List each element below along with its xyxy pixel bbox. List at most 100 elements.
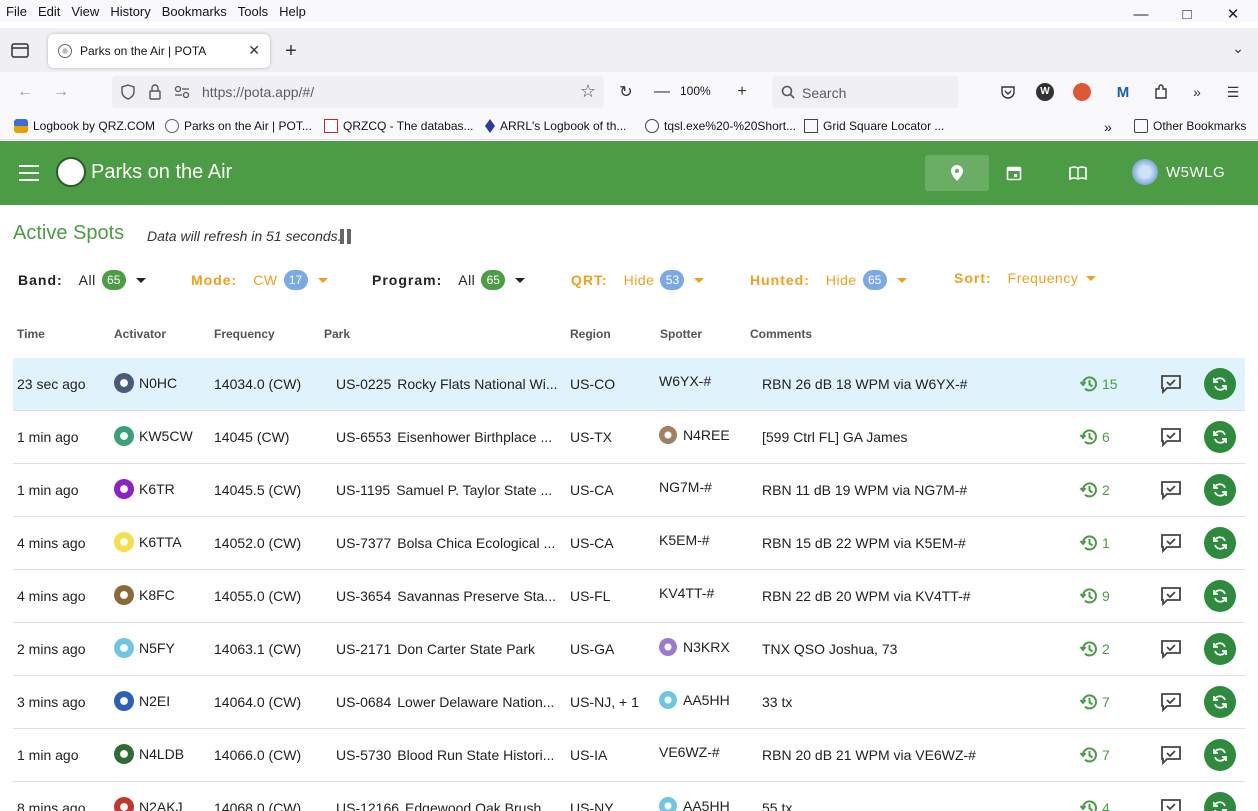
lock-icon[interactable] — [148, 84, 162, 100]
bookmark-grid-square[interactable]: Grid Square Locator ... — [804, 119, 944, 133]
spotter-callsign[interactable]: VE6WZ-# — [659, 744, 720, 760]
comments-button[interactable] — [1160, 798, 1182, 811]
comments-button[interactable] — [1160, 639, 1182, 662]
park-reference[interactable]: US-3654 — [336, 588, 391, 604]
shield-icon[interactable] — [120, 84, 136, 100]
zoom-out-button[interactable]: — — [650, 80, 674, 104]
park-reference[interactable]: US-7377 — [336, 535, 391, 551]
spotter-callsign[interactable]: W6YX-# — [659, 373, 711, 389]
activator-cell[interactable]: N2AKJ — [114, 797, 183, 811]
activator-cell[interactable]: N4LDB — [114, 744, 184, 764]
activator-cell[interactable]: K8FC — [114, 585, 175, 605]
spot-frequency[interactable]: 14066.0 (CW) — [214, 747, 301, 763]
permissions-icon[interactable] — [174, 85, 190, 99]
sort-filter[interactable]: Sort: Frequency — [954, 270, 1097, 286]
respot-button[interactable] — [1204, 686, 1236, 718]
tab-close-icon[interactable]: ✕ — [248, 42, 260, 59]
spot-frequency[interactable]: 14034.0 (CW) — [214, 376, 301, 392]
table-row[interactable]: 4 mins ago K6TTA 14052.0 (CW) US-7377 Bol… — [13, 517, 1245, 570]
spot-frequency[interactable]: 14045 (CW) — [214, 429, 289, 445]
spotter-cell[interactable]: K5EM-# — [659, 532, 710, 548]
activator-cell[interactable]: K6TR — [114, 479, 175, 499]
tab-pota[interactable]: Parks on the Air | POTA ✕ — [48, 34, 270, 68]
activator-cell[interactable]: K6TTA — [114, 532, 182, 552]
spotter-cell[interactable]: NG7M-# — [659, 479, 712, 495]
activator-callsign[interactable]: K6TTA — [139, 534, 182, 550]
column-header-frequency[interactable]: Frequency — [214, 327, 275, 341]
activator-cell[interactable]: KW5CW — [114, 426, 193, 446]
park-reference[interactable]: US-1195 — [336, 482, 390, 498]
spotter-cell[interactable]: AA5HH — [659, 797, 730, 811]
spot-history-button[interactable]: 2 — [1079, 639, 1110, 659]
spot-history-button[interactable]: 7 — [1079, 692, 1110, 712]
spot-frequency[interactable]: 14045.5 (CW) — [214, 482, 301, 498]
park-reference[interactable]: US-2171 — [336, 641, 391, 657]
window-close-button[interactable]: ✕ — [1210, 0, 1256, 28]
comments-button[interactable] — [1160, 427, 1182, 450]
table-row[interactable]: 1 min ago KW5CW 14045 (CW) US-6553 Eisenh… — [13, 411, 1245, 464]
respot-button[interactable] — [1204, 580, 1236, 612]
menu-edit[interactable]: Edit — [34, 4, 64, 19]
menu-help[interactable]: Help — [275, 4, 310, 19]
back-button[interactable]: ← — [13, 80, 37, 104]
park-cell[interactable]: US-12166 Edgewood Oak Brush ... — [336, 800, 562, 811]
spot-history-button[interactable]: 15 — [1079, 374, 1118, 394]
band-filter[interactable]: Band: All 65 — [18, 270, 146, 290]
spotter-cell[interactable]: W6YX-# — [659, 373, 711, 389]
menu-view[interactable]: View — [67, 4, 103, 19]
respot-button[interactable] — [1204, 527, 1236, 559]
spot-frequency[interactable]: 14052.0 (CW) — [214, 535, 301, 551]
spotter-cell[interactable]: N4REE — [659, 426, 730, 444]
activator-cell[interactable]: N5FY — [114, 638, 175, 658]
spotter-cell[interactable]: AA5HH — [659, 691, 730, 709]
zoom-level[interactable]: 100% — [680, 84, 711, 98]
spotter-callsign[interactable]: AA5HH — [683, 692, 730, 708]
respot-button[interactable] — [1204, 421, 1236, 453]
column-header-region[interactable]: Region — [570, 327, 611, 341]
activator-callsign[interactable]: K6TR — [139, 481, 175, 497]
comments-button[interactable] — [1160, 586, 1182, 609]
spot-history-button[interactable]: 4 — [1079, 798, 1110, 811]
map-button[interactable] — [925, 155, 989, 191]
park-cell[interactable]: US-6553 Eisenhower Birthplace ... — [336, 429, 562, 445]
extensions-icon[interactable] — [1151, 82, 1171, 102]
spot-frequency[interactable]: 14064.0 (CW) — [214, 694, 301, 710]
pocket-icon[interactable] — [998, 82, 1018, 102]
m-extension-icon[interactable]: M — [1113, 82, 1133, 102]
maximize-button[interactable]: □ — [1164, 0, 1210, 28]
url-bar[interactable]: https://pota.app/#/ ☆ — [112, 76, 604, 108]
bookmark-qrz-logbook[interactable]: Logbook by QRZ.COM — [14, 119, 155, 133]
duckduckgo-icon[interactable] — [1072, 82, 1092, 102]
zoom-in-button[interactable]: + — [730, 80, 754, 104]
park-cell[interactable]: US-7377 Bolsa Chica Ecological ... — [336, 535, 562, 551]
activator-cell[interactable]: N0HC — [114, 373, 177, 393]
park-reference[interactable]: US-12166 — [336, 800, 399, 811]
activator-cell[interactable]: N2EI — [114, 691, 170, 711]
park-reference[interactable]: US-0225 — [336, 376, 391, 392]
respot-button[interactable] — [1204, 739, 1236, 771]
logbook-button[interactable] — [1046, 155, 1110, 191]
spot-history-button[interactable]: 6 — [1079, 427, 1110, 447]
table-row[interactable]: 8 mins ago N2AKJ 14068.0 (CW) US-12166 Ed… — [13, 782, 1245, 811]
app-menu-icon[interactable]: ☰ — [1223, 82, 1243, 102]
qrt-filter[interactable]: QRT: Hide 53 — [571, 270, 705, 290]
overflow-menu-icon[interactable]: » — [1187, 82, 1207, 102]
forward-button[interactable]: → — [49, 80, 73, 104]
park-cell[interactable]: US-0684 Lower Delaware Nation... — [336, 694, 562, 710]
table-row[interactable]: 4 mins ago K8FC 14055.0 (CW) US-3654 Sava… — [13, 570, 1245, 623]
spot-frequency[interactable]: 14063.1 (CW) — [214, 641, 301, 657]
schedule-button[interactable] — [982, 155, 1046, 191]
menu-history[interactable]: History — [106, 4, 154, 19]
activator-callsign[interactable]: KW5CW — [139, 428, 193, 444]
bookmark-other[interactable]: Other Bookmarks — [1134, 119, 1246, 133]
spotter-cell[interactable]: VE6WZ-# — [659, 744, 720, 760]
comments-button[interactable] — [1160, 692, 1182, 715]
spotter-callsign[interactable]: K5EM-# — [659, 532, 710, 548]
bookmark-arrl-lotw[interactable]: ARRL's Logbook of th... — [485, 119, 626, 133]
spot-frequency[interactable]: 14055.0 (CW) — [214, 588, 301, 604]
bookmark-qrzcq[interactable]: QRZCQ - The databas... — [324, 119, 474, 133]
spot-history-button[interactable]: 1 — [1079, 533, 1110, 553]
minimize-button[interactable]: — — [1118, 0, 1164, 28]
user-account[interactable]: W5WLG — [1132, 159, 1225, 185]
spotter-callsign[interactable]: N3KRX — [683, 639, 730, 655]
